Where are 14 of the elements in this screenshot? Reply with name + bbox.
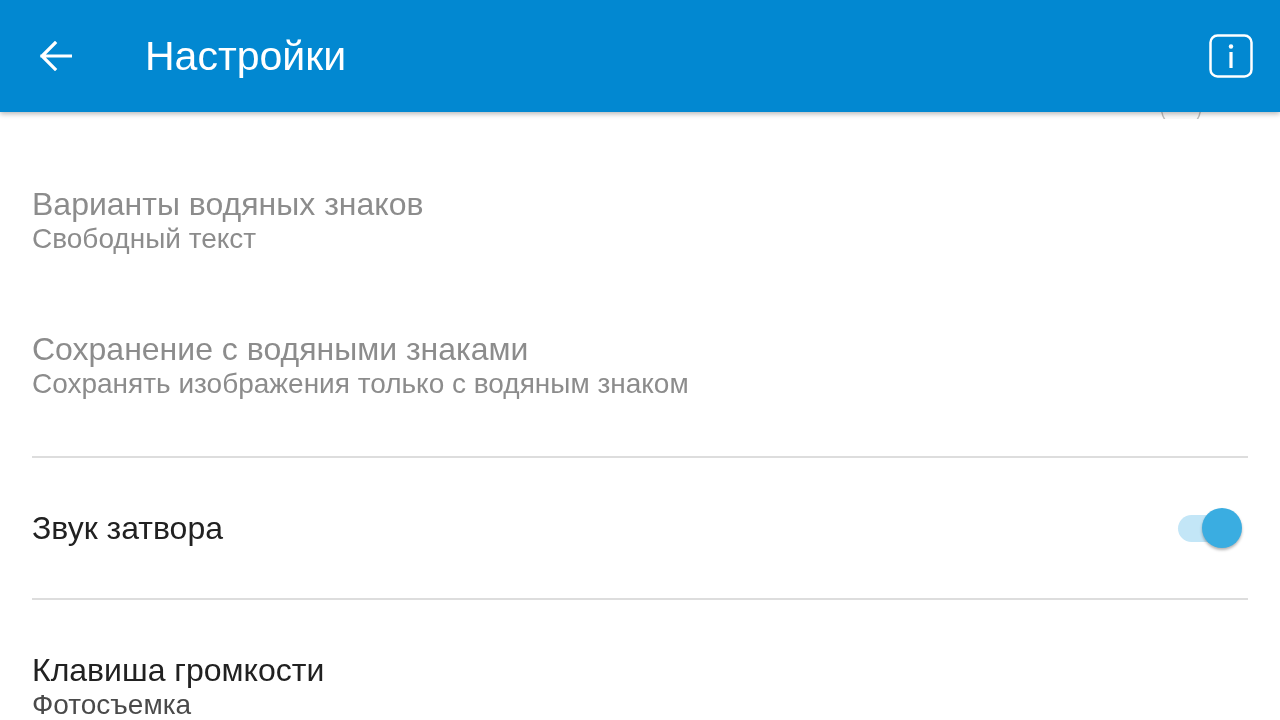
info-button[interactable] <box>1209 34 1253 78</box>
setting-summary: Свободный текст <box>32 226 258 252</box>
setting-summary: Сохранять изображения только с водяным знаком <box>32 371 690 397</box>
setting-title: Сохранение с водяными знаками <box>32 331 530 367</box>
info-icon <box>1209 34 1253 78</box>
back-button[interactable] <box>40 41 72 71</box>
screen-title: Настройки <box>145 32 347 80</box>
toggle-switch[interactable] <box>1176 508 1242 548</box>
setting-title: Звук затвора <box>32 510 224 546</box>
toggle-switch[interactable] <box>1161 112 1201 119</box>
setting-summary: Фотосъемка <box>32 692 193 718</box>
setting-title: Варианты водяных знаков <box>32 186 425 222</box>
setting-title: Клавиша громкости <box>32 652 326 688</box>
back-arrow-icon <box>40 41 72 71</box>
